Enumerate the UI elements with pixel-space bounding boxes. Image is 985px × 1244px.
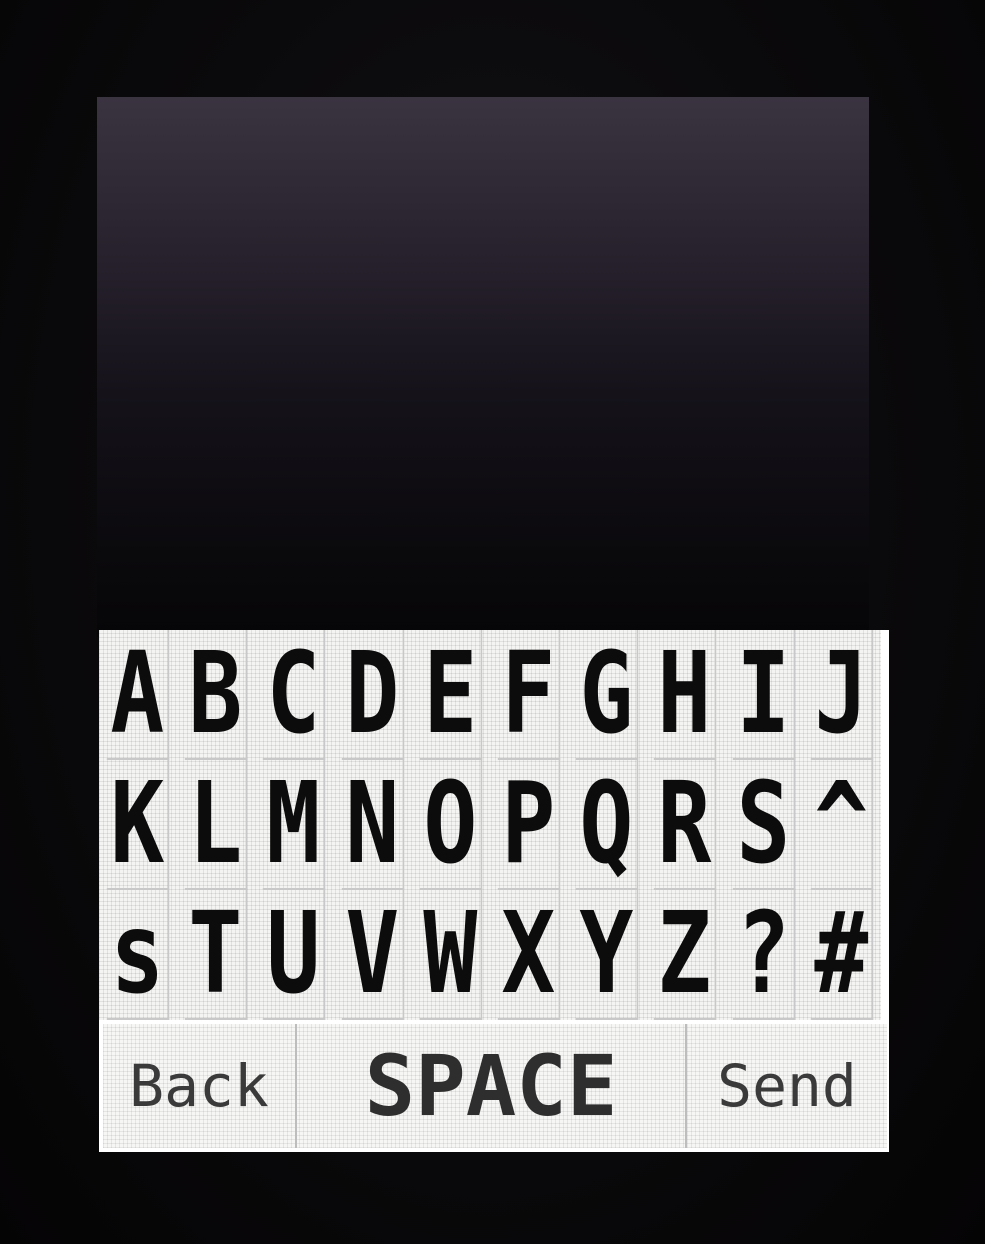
key-question-mark[interactable]: ? bbox=[732, 890, 795, 1020]
key-z[interactable]: Z bbox=[654, 890, 717, 1020]
key-grid: A B C D E F G H I J K L M N O P Q R S ^ … bbox=[99, 630, 881, 1020]
key-d[interactable]: D bbox=[341, 630, 404, 760]
key-l[interactable]: L bbox=[185, 760, 248, 890]
key-m[interactable]: M bbox=[263, 760, 326, 890]
key-k[interactable]: K bbox=[106, 760, 170, 890]
key-i[interactable]: I bbox=[732, 630, 795, 760]
key-f[interactable]: F bbox=[497, 630, 561, 760]
key-h[interactable]: H bbox=[654, 630, 717, 760]
on-screen-keyboard: A B C D E F G H I J K L M N O P Q R S ^ … bbox=[99, 630, 889, 1152]
key-g[interactable]: G bbox=[576, 630, 639, 760]
key-w[interactable]: W bbox=[419, 890, 483, 1020]
text-display-area bbox=[97, 97, 869, 637]
space-button[interactable]: SPACE bbox=[297, 1024, 687, 1148]
key-p[interactable]: P bbox=[497, 760, 561, 890]
key-y[interactable]: Y bbox=[576, 890, 639, 1020]
key-n[interactable]: N bbox=[341, 760, 404, 890]
key-b[interactable]: B bbox=[185, 630, 248, 760]
back-button[interactable]: Back bbox=[103, 1024, 297, 1148]
key-r[interactable]: R bbox=[654, 760, 717, 890]
key-v[interactable]: V bbox=[341, 890, 404, 1020]
key-u[interactable]: U bbox=[263, 890, 326, 1020]
key-lowercase-s[interactable]: s bbox=[106, 890, 170, 1020]
key-o[interactable]: O bbox=[419, 760, 483, 890]
key-q[interactable]: Q bbox=[576, 760, 639, 890]
key-x[interactable]: X bbox=[497, 890, 561, 1020]
key-j[interactable]: J bbox=[810, 630, 874, 760]
key-hash[interactable]: # bbox=[810, 890, 874, 1020]
key-c[interactable]: C bbox=[263, 630, 326, 760]
action-row: Back SPACE Send bbox=[103, 1024, 887, 1148]
key-caret[interactable]: ^ bbox=[810, 760, 874, 890]
key-s[interactable]: S bbox=[732, 760, 795, 890]
key-e[interactable]: E bbox=[419, 630, 483, 760]
send-button[interactable]: Send bbox=[687, 1024, 887, 1148]
key-t[interactable]: T bbox=[185, 890, 248, 1020]
key-a[interactable]: A bbox=[106, 630, 170, 760]
